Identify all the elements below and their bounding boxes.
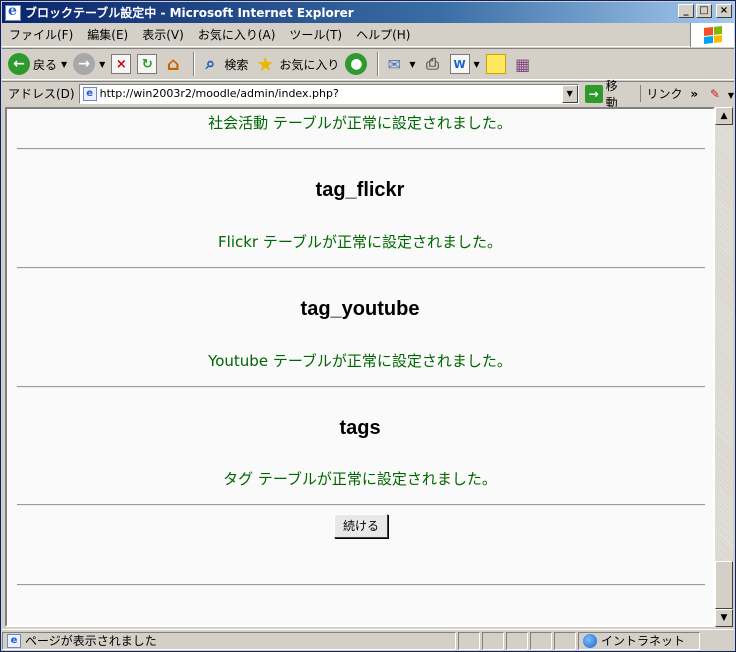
menu-tools[interactable]: ツール(T) [282, 26, 349, 43]
toolbar-separator [377, 52, 380, 76]
search-icon: ⌕ [205, 54, 216, 74]
status-text: ページが表示されました [25, 634, 157, 648]
menu-bar: ファイル(F) 編集(E) 表示(V) お気に入り(A) ツール(T) ヘルプ(… [2, 23, 734, 47]
close-button[interactable]: × [716, 4, 732, 18]
status-panel [554, 631, 576, 650]
section-heading: tags [339, 417, 381, 439]
links-chevron-icon: » [690, 87, 699, 101]
back-dropdown-icon[interactable]: ▼ [61, 60, 67, 69]
continue-button[interactable]: 続ける [334, 514, 388, 538]
edit-button[interactable]: W ▼ [449, 51, 480, 77]
go-label: 移動 [605, 78, 618, 110]
links-button[interactable]: リンク » ✎ ▼ [639, 85, 734, 102]
ie-icon [5, 3, 21, 21]
menu-help[interactable]: ヘルプ(H) [349, 26, 417, 43]
stop-icon: × [111, 54, 132, 74]
divider [17, 504, 705, 506]
divider [17, 148, 705, 150]
window-title: ブロックテーブル設定中 - Microsoft Internet Explore… [25, 6, 354, 20]
mail-dropdown-icon[interactable]: ▼ [409, 60, 415, 69]
favorites-button[interactable]: ★ お気に入り [254, 51, 339, 77]
page-content: 社会活動 テーブルが正常に設定されました。 tag_flickr Flickr … [5, 107, 715, 627]
status-message: タグ テーブルが正常に設定されました。 [223, 470, 497, 488]
status-message: Youtube テーブルが正常に設定されました。 [208, 352, 512, 370]
print-button[interactable]: ⎙ [422, 51, 444, 77]
address-dropdown-icon[interactable]: ▼ [561, 84, 578, 103]
windows-flag-icon [703, 26, 722, 44]
window-controls: _ □ × [678, 4, 732, 18]
title-bar[interactable]: ブロックテーブル設定中 - Microsoft Internet Explore… [2, 2, 734, 23]
browser-window: ブロックテーブル設定中 - Microsoft Internet Explore… [0, 0, 736, 652]
refresh-button[interactable]: ↻ [137, 51, 158, 77]
links-label: リンク [646, 87, 683, 101]
address-label: アドレス(D) [8, 87, 75, 101]
section-heading: tag_youtube [300, 298, 420, 320]
divider [17, 267, 705, 269]
search-button[interactable]: ⌕ 検索 [199, 51, 249, 77]
divider [17, 386, 705, 388]
address-bar: アドレス(D) e http://win2003r2/moodle/admin/… [2, 79, 734, 110]
mail-button[interactable]: ✉ ▼ [383, 51, 416, 77]
maximize-button[interactable]: □ [696, 4, 712, 18]
stop-button[interactable]: × [111, 51, 132, 77]
home-icon: ⌂ [166, 53, 180, 75]
minimize-button[interactable]: _ [678, 4, 694, 18]
back-button[interactable]: ← 戻る ▼ [8, 51, 67, 77]
star-icon: ★ [256, 52, 275, 76]
word-icon: W [449, 54, 470, 74]
edit-dropdown-icon[interactable]: ▼ [474, 60, 480, 69]
address-input[interactable]: e http://win2003r2/moodle/admin/index.ph… [78, 83, 579, 104]
forward-dropdown-icon[interactable]: ▼ [99, 60, 105, 69]
menu-edit[interactable]: 編集(E) [80, 26, 135, 43]
go-button[interactable]: → 移動 [584, 77, 630, 111]
status-panel [458, 631, 480, 650]
acrobat-icon[interactable]: ✎ [710, 87, 720, 101]
divider [17, 584, 705, 586]
page-done-icon: e [7, 633, 21, 648]
vertical-scrollbar[interactable]: ▲ ▼ [715, 107, 733, 627]
status-text-panel: e ページが表示されました [2, 631, 456, 650]
intranet-globe-icon [583, 633, 597, 648]
acrobat-dropdown-icon[interactable]: ▼ [728, 91, 734, 100]
toolbar-separator [193, 52, 196, 76]
scroll-down-icon[interactable]: ▼ [715, 609, 733, 627]
status-bar: e ページが表示されました イントラネット [2, 629, 734, 651]
address-url[interactable]: http://win2003r2/moodle/admin/index.php? [100, 87, 339, 100]
security-zone-panel: イントラネット [578, 631, 700, 650]
forward-arrow-icon: → [73, 53, 96, 75]
menu-view[interactable]: 表示(V) [135, 26, 191, 43]
status-panel [530, 631, 552, 650]
zone-label: イントラネット [601, 634, 686, 648]
back-arrow-icon: ← [8, 53, 30, 75]
note-icon [485, 54, 506, 74]
status-panel [482, 631, 504, 650]
scroll-thumb[interactable] [715, 561, 733, 609]
standard-toolbar: ← 戻る ▼ → ▼ × ↻ ⌂ ⌕ 検索 ★ お気に入り ● ✉ ▼ ⎙ W … [2, 48, 734, 80]
research-button[interactable]: ▦ [512, 51, 534, 77]
discuss-button[interactable] [485, 51, 506, 77]
favorites-label: お気に入り [279, 57, 340, 72]
status-message: 社会活動 テーブルが正常に設定されました。 [208, 114, 512, 132]
printer-icon: ⎙ [426, 54, 439, 73]
research-icon: ▦ [515, 54, 531, 74]
windows-logo [690, 23, 734, 47]
search-label: 検索 [224, 57, 249, 72]
status-message: Flickr テーブルが正常に設定されました。 [218, 233, 502, 251]
back-label: 戻る [33, 57, 58, 72]
mail-icon: ✉ [387, 54, 402, 74]
menu-favorites[interactable]: お気に入り(A) [191, 26, 283, 43]
status-panel [506, 631, 528, 650]
refresh-icon: ↻ [137, 54, 158, 74]
home-button[interactable]: ⌂ [163, 51, 183, 77]
scroll-up-icon[interactable]: ▲ [715, 107, 733, 125]
go-arrow-icon: → [584, 84, 603, 103]
forward-button[interactable]: → ▼ [73, 51, 105, 77]
section-heading: tag_flickr [315, 179, 405, 201]
media-button[interactable]: ● [345, 51, 368, 77]
media-icon: ● [345, 53, 368, 75]
menu-file[interactable]: ファイル(F) [2, 26, 80, 43]
page-icon: e [82, 86, 97, 101]
